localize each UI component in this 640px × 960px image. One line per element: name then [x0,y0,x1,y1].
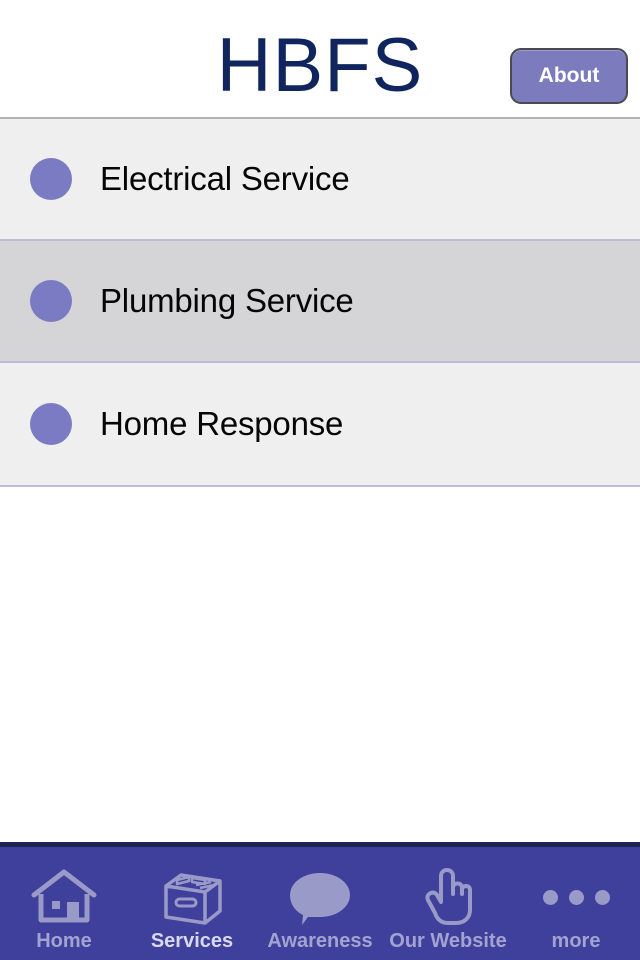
list-item-label: Plumbing Service [100,282,354,319]
tab-home[interactable]: Home [0,847,128,960]
file-box-icon [156,866,228,928]
ellipsis-icon [542,866,610,928]
service-list: Electrical Service Plumbing Service Home… [0,119,640,487]
tab-label: Services [150,930,234,952]
bottom-tab-bar: Home Services Awareness Our Website more [0,842,640,960]
list-item[interactable]: Plumbing Service [0,241,640,363]
circle-bullet-icon [30,403,72,445]
list-item-label: Home Response [100,405,344,442]
about-button[interactable]: About [510,48,628,104]
tab-label: Home [36,930,92,952]
list-item[interactable]: Home Response [0,363,640,485]
list-item[interactable]: Electrical Service [0,119,640,241]
pointing-hand-icon [417,866,479,928]
tab-more[interactable]: more [512,847,640,960]
tab-services[interactable]: Services [128,847,256,960]
tab-label: more [551,930,601,952]
circle-bullet-icon [30,158,72,200]
house-icon [29,866,99,928]
tab-label: Our Website [389,930,507,952]
tab-our-website[interactable]: Our Website [384,847,512,960]
content-area [0,487,640,841]
tab-awareness[interactable]: Awareness [256,847,384,960]
speech-bubble-icon [284,866,356,928]
list-item-label: Electrical Service [100,160,350,197]
tab-label: Awareness [267,930,373,952]
circle-bullet-icon [30,280,72,322]
app-header: HBFS About [0,0,640,119]
